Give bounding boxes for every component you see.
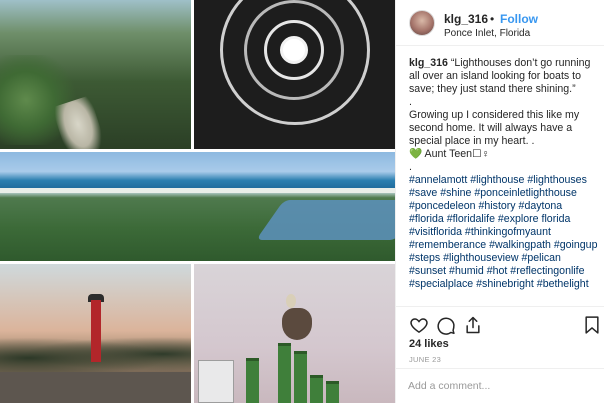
caption-dot: . xyxy=(409,96,412,108)
lighthouse-photo xyxy=(0,264,191,403)
spiral-staircase-photo xyxy=(194,0,395,149)
road xyxy=(0,372,191,403)
piling xyxy=(326,381,339,403)
post-side-panel: klg_316 • Follow Ponce Inlet, Florida kl… xyxy=(395,0,604,403)
pelican-photo xyxy=(194,264,395,403)
caption-signature: Aunt Teen☐♀ xyxy=(422,148,490,160)
coastline-panorama-photo xyxy=(0,152,395,261)
like-count[interactable]: 24 likes xyxy=(409,338,449,350)
bookmark-icon[interactable] xyxy=(582,315,602,335)
caption-body: Growing up I considered this like my sec… xyxy=(409,109,583,147)
follow-button[interactable]: Follow xyxy=(500,12,538,26)
comment-input[interactable] xyxy=(408,378,593,394)
beach-line xyxy=(0,188,395,193)
caption-username[interactable]: klg_316 xyxy=(409,57,448,69)
comment-icon[interactable] xyxy=(436,315,456,335)
username-link[interactable]: klg_316 xyxy=(444,12,488,26)
stair-ring xyxy=(280,36,308,64)
caption-dot: . xyxy=(409,161,412,173)
post-caption: klg_316 “Lighthouses don’t go running al… xyxy=(409,57,599,291)
pelican-body xyxy=(282,308,312,340)
trail-photo xyxy=(0,0,191,149)
post-date: JUNE 23 xyxy=(409,355,442,364)
location-link[interactable]: Ponce Inlet, Florida xyxy=(444,28,530,39)
piling xyxy=(294,351,307,403)
pelican-head xyxy=(286,294,296,308)
hashtag-list[interactable]: #annelamott #lighthouse #lighthouses #sa… xyxy=(409,174,599,291)
piling xyxy=(246,358,259,403)
lighthouse-tower xyxy=(91,300,101,362)
avatar[interactable] xyxy=(409,10,435,36)
post-actions xyxy=(396,306,604,335)
boat xyxy=(198,360,234,403)
separator-dot: • xyxy=(490,12,495,26)
green-heart-icon: 💚 xyxy=(409,148,423,160)
post-header: klg_316 • Follow Ponce Inlet, Florida xyxy=(396,0,604,46)
heart-icon[interactable] xyxy=(409,315,429,335)
inlet-water xyxy=(255,200,395,240)
comment-box xyxy=(396,368,604,403)
share-icon[interactable] xyxy=(463,315,483,335)
photo-collage[interactable] xyxy=(0,0,395,403)
piling xyxy=(310,375,323,403)
piling xyxy=(278,343,291,403)
